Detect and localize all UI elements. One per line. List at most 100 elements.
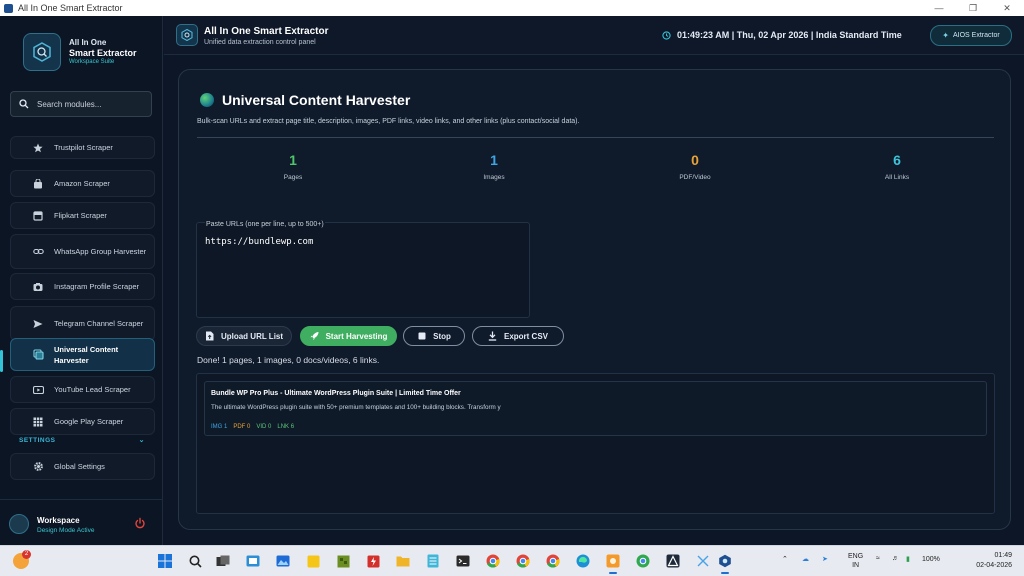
stat-label: Pages — [283, 174, 303, 181]
urls-textarea[interactable]: https://bundlewp.com — [205, 237, 521, 307]
taskbar-clock[interactable]: 01:49 02-04-2026 — [952, 551, 1012, 571]
sparkle-icon: ✦ — [942, 31, 949, 40]
start-icon[interactable] — [155, 551, 175, 571]
battery-percent: 100% — [922, 556, 940, 563]
sidebar-item-whatsapp[interactable]: WhatsApp Group Harvester — [10, 234, 155, 269]
sidebar-item-label: Telegram Channel Scraper — [54, 319, 144, 328]
pdf-app-icon[interactable] — [363, 551, 383, 571]
brand: All In One Smart Extractor Workspace Sui… — [23, 33, 137, 71]
snipping-tool-icon[interactable] — [693, 551, 713, 571]
result-title: Bundle WP Pro Plus - Ultimate WordPress … — [211, 390, 461, 397]
sidebar-item-label: Amazon Scraper — [54, 179, 110, 188]
power-icon[interactable] — [134, 517, 146, 529]
send-icon — [32, 318, 44, 330]
globe-icon — [200, 93, 214, 107]
file-explorer-icon[interactable] — [393, 551, 413, 571]
settings-header: SETTINGS — [19, 437, 56, 444]
chevron-down-icon: ⌄ — [138, 437, 145, 444]
chrome-icon[interactable] — [483, 551, 503, 571]
battery-icon[interactable]: ▮ — [906, 555, 910, 563]
sidebar-item-youtube[interactable]: YouTube Lead Scraper — [10, 376, 155, 403]
wifi-icon[interactable]: ≈ — [876, 555, 880, 562]
result-description: The ultimate WordPress plugin suite with… — [211, 404, 501, 411]
urls-field: Paste URLs (one per line, up to 500+) ht… — [196, 221, 530, 318]
app-icon — [4, 3, 13, 13]
settings-section-toggle[interactable]: SETTINGS ⌄ — [19, 437, 149, 444]
notepad-icon[interactable] — [423, 551, 443, 571]
export-csv-button[interactable]: Export CSV — [472, 326, 564, 346]
stat-label: All Links — [884, 174, 910, 181]
sidebar-item-amazon[interactable]: Amazon Scraper — [10, 170, 155, 197]
start-harvesting-button[interactable]: Start Harvesting — [300, 326, 397, 346]
edge-icon[interactable] — [573, 551, 593, 571]
terminal-icon[interactable] — [453, 551, 473, 571]
extractor-app-icon[interactable] — [715, 551, 735, 574]
window-title: All In One Smart Extractor — [18, 3, 123, 13]
minecraft-icon[interactable] — [333, 551, 353, 571]
tag-links: LNK 6 — [277, 424, 295, 430]
stat-value: 1 — [490, 152, 498, 168]
file-upload-icon — [205, 331, 214, 341]
sidebar-item-flipkart[interactable]: Flipkart Scraper — [10, 202, 155, 229]
search-icon[interactable] — [185, 551, 205, 571]
sidebar-item-trustpilot[interactable]: Trustpilot Scraper — [10, 136, 155, 159]
tag-pdfs: PDF 0 — [233, 424, 251, 430]
sidebar-item-label: Universal Content Harvester — [54, 344, 119, 365]
urls-field-label: Paste URLs (one per line, up to 500+) — [205, 221, 325, 228]
stop-icon — [417, 332, 426, 341]
taskbar-time: 01:49 — [994, 552, 1012, 559]
page-description: Bulk-scan URLs and extract page title, d… — [197, 118, 580, 125]
stats-row: 1 Pages 1 Images 0 PDF/Video 6 All Links — [197, 152, 994, 202]
chrome-alt-icon[interactable] — [543, 551, 563, 571]
windows-taskbar: 2 ⌃ ☁ ➤ ENG IN ≈ ♬ ▮ 100% 01:49 02-04-20… — [0, 545, 1024, 576]
layers-icon — [32, 349, 44, 361]
notification-badge: 2 — [22, 550, 31, 559]
rocket-icon — [310, 331, 319, 341]
sidebar-item-label: Flipkart Scraper — [54, 211, 107, 220]
sidebar-item-label: Instagram Profile Scraper — [54, 282, 140, 291]
result-item[interactable]: Bundle WP Pro Plus - Ultimate WordPress … — [204, 381, 987, 436]
youtube-icon — [32, 384, 44, 396]
upload-url-list-button[interactable]: Upload URL List — [196, 326, 292, 346]
volume-icon[interactable]: ♬ — [892, 555, 899, 562]
maximize-button[interactable]: ❐ — [956, 3, 990, 14]
sidebar-item-instagram[interactable]: Instagram Profile Scraper — [10, 273, 155, 300]
sidebar-item-global-settings[interactable]: Global Settings — [10, 453, 155, 480]
harvester-panel: Universal Content Harvester Bulk-scan UR… — [178, 69, 1011, 530]
chrome-profile-icon[interactable] — [513, 551, 533, 571]
active-app-icon[interactable] — [603, 551, 623, 574]
brand-line3: Workspace Suite — [69, 58, 115, 65]
photos-app-icon[interactable] — [273, 551, 293, 571]
search-input[interactable]: Search modules... — [10, 91, 152, 117]
camera-icon — [32, 281, 44, 293]
stat-label: Images — [483, 174, 505, 181]
aios-extractor-button[interactable]: ✦ AIOS Extractor — [930, 25, 1012, 46]
chevron-up-icon[interactable]: ⌃ — [782, 555, 788, 563]
stop-button[interactable]: Stop — [403, 326, 465, 346]
stat-all-links: 6 All Links — [847, 152, 947, 181]
header-subtitle: Unified data extraction control panel — [204, 39, 316, 46]
design-app-icon[interactable] — [663, 551, 683, 571]
sidebar-item-google-play[interactable]: Google Play Scraper — [10, 408, 155, 435]
widgets-icon[interactable] — [243, 551, 263, 571]
taskbar-date: 02-04-2026 — [976, 562, 1012, 569]
task-view-icon[interactable] — [213, 551, 233, 571]
sidebar-item-label: WhatsApp Group Harvester — [54, 247, 147, 256]
language-indicator[interactable]: ENG IN — [848, 552, 863, 570]
sticky-notes-icon[interactable] — [303, 551, 323, 571]
close-button[interactable]: ✕ — [990, 3, 1024, 14]
language-line2: IN — [852, 562, 860, 569]
onedrive-icon[interactable]: ☁ — [802, 555, 809, 563]
sidebar-item-telegram[interactable]: Telegram Channel Scraper — [10, 306, 155, 341]
sidebar-item-universal-harvester[interactable]: Universal Content Harvester — [10, 338, 155, 371]
store-icon — [32, 210, 44, 222]
send-icon[interactable]: ➤ — [822, 555, 828, 563]
avatar[interactable] — [9, 514, 29, 534]
grid-icon — [32, 416, 44, 428]
sidebar: All In One Smart Extractor Workspace Sui… — [0, 16, 163, 545]
stat-pages: 1 Pages — [243, 152, 343, 181]
header-logo-icon — [176, 24, 198, 46]
brand-logo-icon — [23, 33, 61, 71]
chrome-badge-icon[interactable] — [633, 551, 653, 571]
minimize-button[interactable]: — — [922, 3, 956, 14]
